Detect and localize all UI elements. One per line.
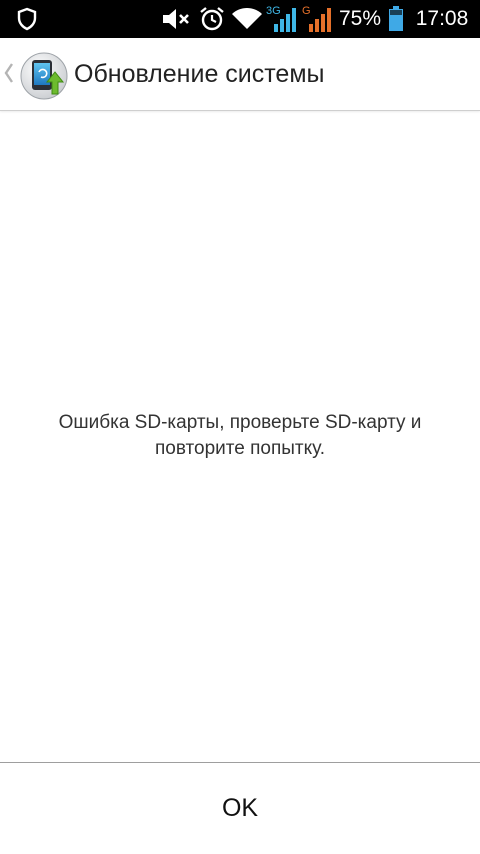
ok-button[interactable]: OK bbox=[0, 763, 480, 854]
svg-text:3G: 3G bbox=[266, 5, 281, 17]
action-bar: Обновление системы bbox=[0, 38, 480, 111]
error-message: Ошибка SD-карты, проверьте SD-карту и по… bbox=[58, 412, 422, 459]
status-time: 17:08 bbox=[415, 7, 469, 30]
mute-icon bbox=[160, 0, 192, 38]
battery-percent: 75% bbox=[338, 7, 382, 30]
shield-icon bbox=[14, 0, 40, 38]
wifi-icon bbox=[230, 0, 264, 38]
up-button[interactable] bbox=[0, 38, 72, 110]
system-update-icon bbox=[20, 52, 68, 100]
battery-icon bbox=[386, 0, 406, 38]
signal-3g-icon: 3G bbox=[266, 0, 298, 38]
screen: 3G G 75% 17:08 Обновление системы Ошибка… bbox=[0, 0, 480, 854]
status-bar: 3G G 75% 17:08 bbox=[0, 0, 480, 38]
alarm-icon bbox=[197, 0, 227, 38]
page-title: Обновление системы bbox=[74, 60, 325, 88]
svg-text:G: G bbox=[302, 5, 311, 17]
chevron-left-icon bbox=[4, 62, 14, 88]
signal-g-icon: G bbox=[301, 0, 331, 38]
